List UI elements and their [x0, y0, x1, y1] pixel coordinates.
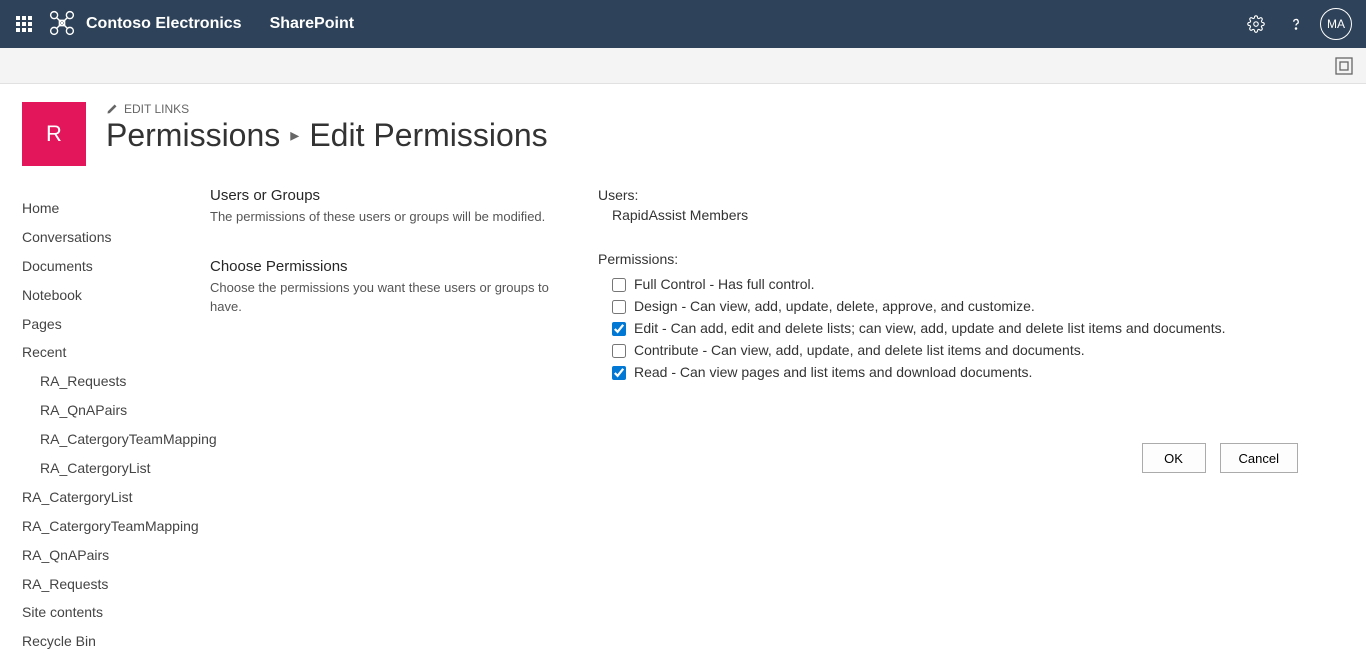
breadcrumb: Permissions ▸ Edit Permissions	[106, 118, 1342, 153]
focus-content-icon[interactable]	[1334, 56, 1354, 76]
permission-checkbox[interactable]	[612, 300, 626, 314]
form-fields: Users: RapidAssist Members Permissions: …	[598, 187, 1342, 473]
top-nav: Contoso Electronics SharePoint MA	[0, 0, 1366, 48]
avatar-initials: MA	[1327, 17, 1345, 31]
section-perms-title: Choose Permissions	[210, 258, 570, 275]
form-descriptions: Users or Groups The permissions of these…	[210, 187, 570, 473]
help-icon[interactable]	[1276, 0, 1316, 48]
edit-links-label: EDIT LINKS	[124, 102, 189, 116]
permission-label: Contribute - Can view, add, update, and …	[634, 342, 1085, 358]
app-launcher-icon[interactable]	[8, 0, 40, 48]
breadcrumb-current: Edit Permissions	[309, 118, 547, 153]
settings-icon[interactable]	[1236, 0, 1276, 48]
users-value: RapidAssist Members	[598, 207, 1322, 223]
permission-checkbox[interactable]	[612, 366, 626, 380]
sidebar-item[interactable]: Recent	[22, 338, 198, 367]
drone-logo-icon	[48, 9, 76, 40]
permission-item[interactable]: Edit - Can add, edit and delete lists; c…	[612, 317, 1322, 339]
permissions-label: Permissions:	[598, 251, 1322, 267]
sidebar-item[interactable]: Home	[22, 194, 198, 223]
org-brand[interactable]: Contoso Electronics	[48, 9, 242, 40]
cancel-button[interactable]: Cancel	[1220, 443, 1298, 473]
edit-links-button[interactable]: EDIT LINKS	[106, 102, 1342, 116]
sidebar-item[interactable]: Pages	[22, 310, 198, 339]
sidebar-item[interactable]: Conversations	[22, 223, 198, 252]
permission-item[interactable]: Contribute - Can view, add, update, and …	[612, 339, 1322, 361]
sidebar-item[interactable]: Documents	[22, 252, 198, 281]
permission-label: Design - Can view, add, update, delete, …	[634, 298, 1035, 314]
section-perms-desc: Choose the permissions you want these us…	[210, 279, 570, 315]
sidebar-item[interactable]: RA_CatergoryList	[22, 454, 198, 483]
sidebar-item[interactable]: Site contents	[22, 598, 198, 627]
site-logo[interactable]: R	[22, 102, 86, 166]
permission-checkbox[interactable]	[612, 278, 626, 292]
sidebar-item[interactable]: RA_CatergoryTeamMapping	[22, 512, 198, 541]
permission-label: Edit - Can add, edit and delete lists; c…	[634, 320, 1225, 336]
side-nav: HomeConversationsDocumentsNotebookPagesR…	[22, 194, 198, 655]
button-row: OK Cancel	[598, 443, 1318, 473]
chevron-right-icon: ▸	[290, 126, 299, 146]
sidebar-item[interactable]: Recycle Bin	[22, 627, 198, 655]
ribbon-bar	[0, 48, 1366, 84]
sidebar-item[interactable]: RA_QnAPairs	[22, 396, 198, 425]
title-block: EDIT LINKS Permissions ▸ Edit Permission…	[106, 102, 1342, 153]
ok-button[interactable]: OK	[1142, 443, 1206, 473]
permission-item[interactable]: Design - Can view, add, update, delete, …	[612, 295, 1322, 317]
sidebar-item[interactable]: RA_QnAPairs	[22, 541, 198, 570]
sidebar-item[interactable]: Notebook	[22, 281, 198, 310]
content-pane: EDIT LINKS Permissions ▸ Edit Permission…	[210, 84, 1366, 655]
sidebar-item[interactable]: RA_CatergoryTeamMapping	[22, 425, 198, 454]
user-avatar[interactable]: MA	[1320, 8, 1352, 40]
permission-checkbox[interactable]	[612, 322, 626, 336]
app-name[interactable]: SharePoint	[270, 15, 354, 33]
permission-item[interactable]: Full Control - Has full control.	[612, 273, 1322, 295]
permission-label: Read - Can view pages and list items and…	[634, 364, 1032, 380]
main-area: R HomeConversationsDocumentsNotebookPage…	[0, 84, 1366, 655]
permission-item[interactable]: Read - Can view pages and list items and…	[612, 361, 1322, 383]
sidebar-item[interactable]: RA_CatergoryList	[22, 483, 198, 512]
section-users-desc: The permissions of these users or groups…	[210, 208, 570, 226]
site-logo-letter: R	[46, 121, 62, 147]
left-pane: R HomeConversationsDocumentsNotebookPage…	[0, 84, 210, 655]
permission-checkbox[interactable]	[612, 344, 626, 358]
org-name: Contoso Electronics	[86, 15, 242, 33]
sidebar-item[interactable]: RA_Requests	[22, 367, 198, 396]
form-area: Users or Groups The permissions of these…	[210, 187, 1342, 473]
section-users-title: Users or Groups	[210, 187, 570, 204]
permissions-list: Full Control - Has full control. Design -…	[598, 273, 1322, 383]
sidebar-item[interactable]: RA_Requests	[22, 570, 198, 599]
pencil-icon	[106, 103, 118, 115]
permission-label: Full Control - Has full control.	[634, 276, 815, 292]
breadcrumb-parent[interactable]: Permissions	[106, 118, 280, 153]
users-label: Users:	[598, 187, 1322, 203]
